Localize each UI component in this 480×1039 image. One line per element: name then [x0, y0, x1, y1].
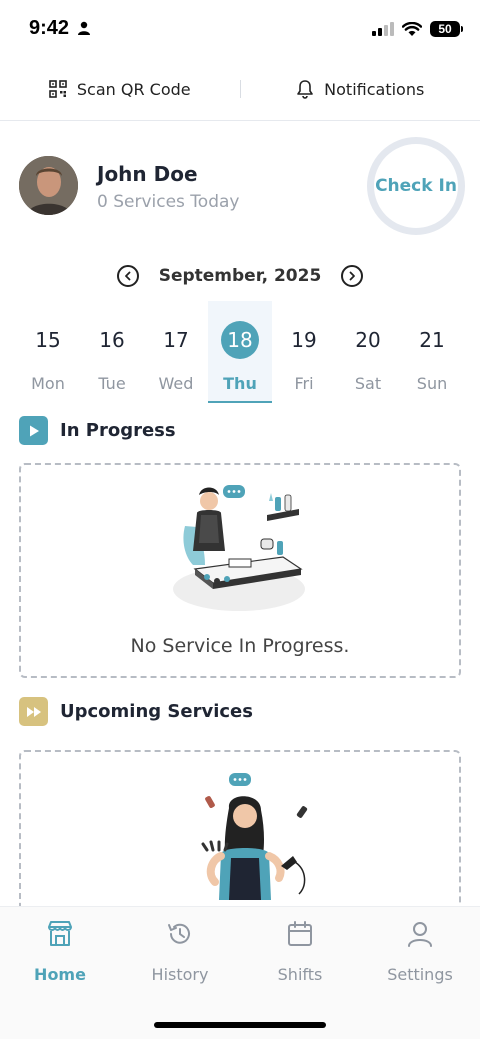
upcoming-title: Upcoming Services [60, 701, 253, 722]
day-name: Tue [98, 374, 126, 393]
day-thu-selected[interactable]: 18 Thu [208, 301, 272, 403]
services-today-count: 0 Services Today [97, 192, 240, 212]
avatar-image [19, 156, 78, 215]
nav-history[interactable]: History [120, 919, 240, 984]
status-bar: 9:42 50 [0, 0, 480, 58]
day-name: Sat [354, 374, 382, 393]
history-icon [168, 923, 190, 944]
wifi-icon [402, 21, 422, 36]
status-indicators: 50 [372, 20, 463, 38]
bell-icon [297, 80, 313, 99]
avatar[interactable] [19, 156, 78, 215]
previous-month-button[interactable] [117, 265, 139, 287]
status-time: 9:42 [29, 17, 70, 39]
user-name: John Doe [97, 162, 198, 186]
home-indicator [154, 1022, 326, 1028]
nail-artist-illustration [201, 773, 308, 900]
day-name: Wed [158, 374, 194, 393]
day-name: Mon [31, 374, 65, 393]
in-progress-title: In Progress [60, 420, 176, 441]
nav-home-label: Home [34, 965, 86, 984]
day-number: 16 [99, 328, 125, 352]
day-number: 20 [355, 328, 381, 352]
scan-qr-button[interactable]: Scan QR Code [0, 58, 240, 120]
check-in-label: Check In [375, 176, 457, 196]
day-sat[interactable]: 20 Sat [336, 301, 400, 403]
nav-shifts-label: Shifts [277, 965, 323, 984]
nav-settings[interactable]: Settings [360, 919, 480, 984]
user-icon [408, 922, 432, 947]
cellular-signal-icon [372, 22, 394, 36]
month-selector: September, 2025 [0, 262, 480, 290]
day-wed[interactable]: 17 Wed [144, 301, 208, 403]
top-actions-bar: Scan QR Code Notifications [0, 58, 480, 121]
in-progress-card: No Service In Progress. [19, 463, 461, 678]
upcoming-header: Upcoming Services [19, 697, 253, 726]
person-icon [78, 21, 90, 35]
no-service-message: No Service In Progress. [130, 635, 350, 657]
chevron-left-icon [125, 271, 131, 281]
nail-technician-illustration [173, 485, 305, 611]
day-sun[interactable]: 21 Sun [400, 301, 464, 403]
day-name: Thu [223, 374, 257, 393]
nav-home[interactable]: Home [0, 919, 120, 984]
month-label: September, 2025 [158, 266, 322, 286]
next-month-button[interactable] [341, 265, 363, 287]
day-number: 19 [291, 328, 317, 352]
day-fri[interactable]: 19 Fri [272, 301, 336, 403]
day-number: 15 [35, 328, 61, 352]
qr-code-icon [49, 80, 67, 98]
scan-qr-label: Scan QR Code [76, 79, 191, 99]
nav-history-label: History [151, 965, 209, 984]
day-name: Fri [294, 374, 314, 393]
notifications-label: Notifications [324, 79, 425, 99]
day-number: 17 [163, 328, 189, 352]
chevron-right-icon [349, 271, 355, 281]
day-name: Sun [416, 374, 448, 393]
nav-shifts[interactable]: Shifts [240, 919, 360, 984]
calendar-icon [288, 921, 312, 946]
notifications-button[interactable]: Notifications [241, 58, 480, 120]
in-progress-header: In Progress [19, 416, 176, 445]
play-icon [19, 416, 48, 445]
nav-settings-label: Settings [387, 965, 453, 984]
day-mon[interactable]: 15 Mon [16, 301, 80, 403]
fast-forward-icon [19, 697, 48, 726]
bottom-navigation: Home History Shifts Settings [0, 906, 480, 1039]
battery-indicator: 50 [430, 21, 463, 37]
check-in-button[interactable]: Check In [367, 137, 465, 235]
day-tue[interactable]: 16 Tue [80, 301, 144, 403]
day-number: 21 [419, 328, 445, 352]
week-strip: 15 Mon 16 Tue 17 Wed 18 Thu 19 Fri 20 Sa… [16, 301, 464, 403]
store-icon [48, 921, 72, 946]
day-number: 18 [221, 321, 259, 359]
